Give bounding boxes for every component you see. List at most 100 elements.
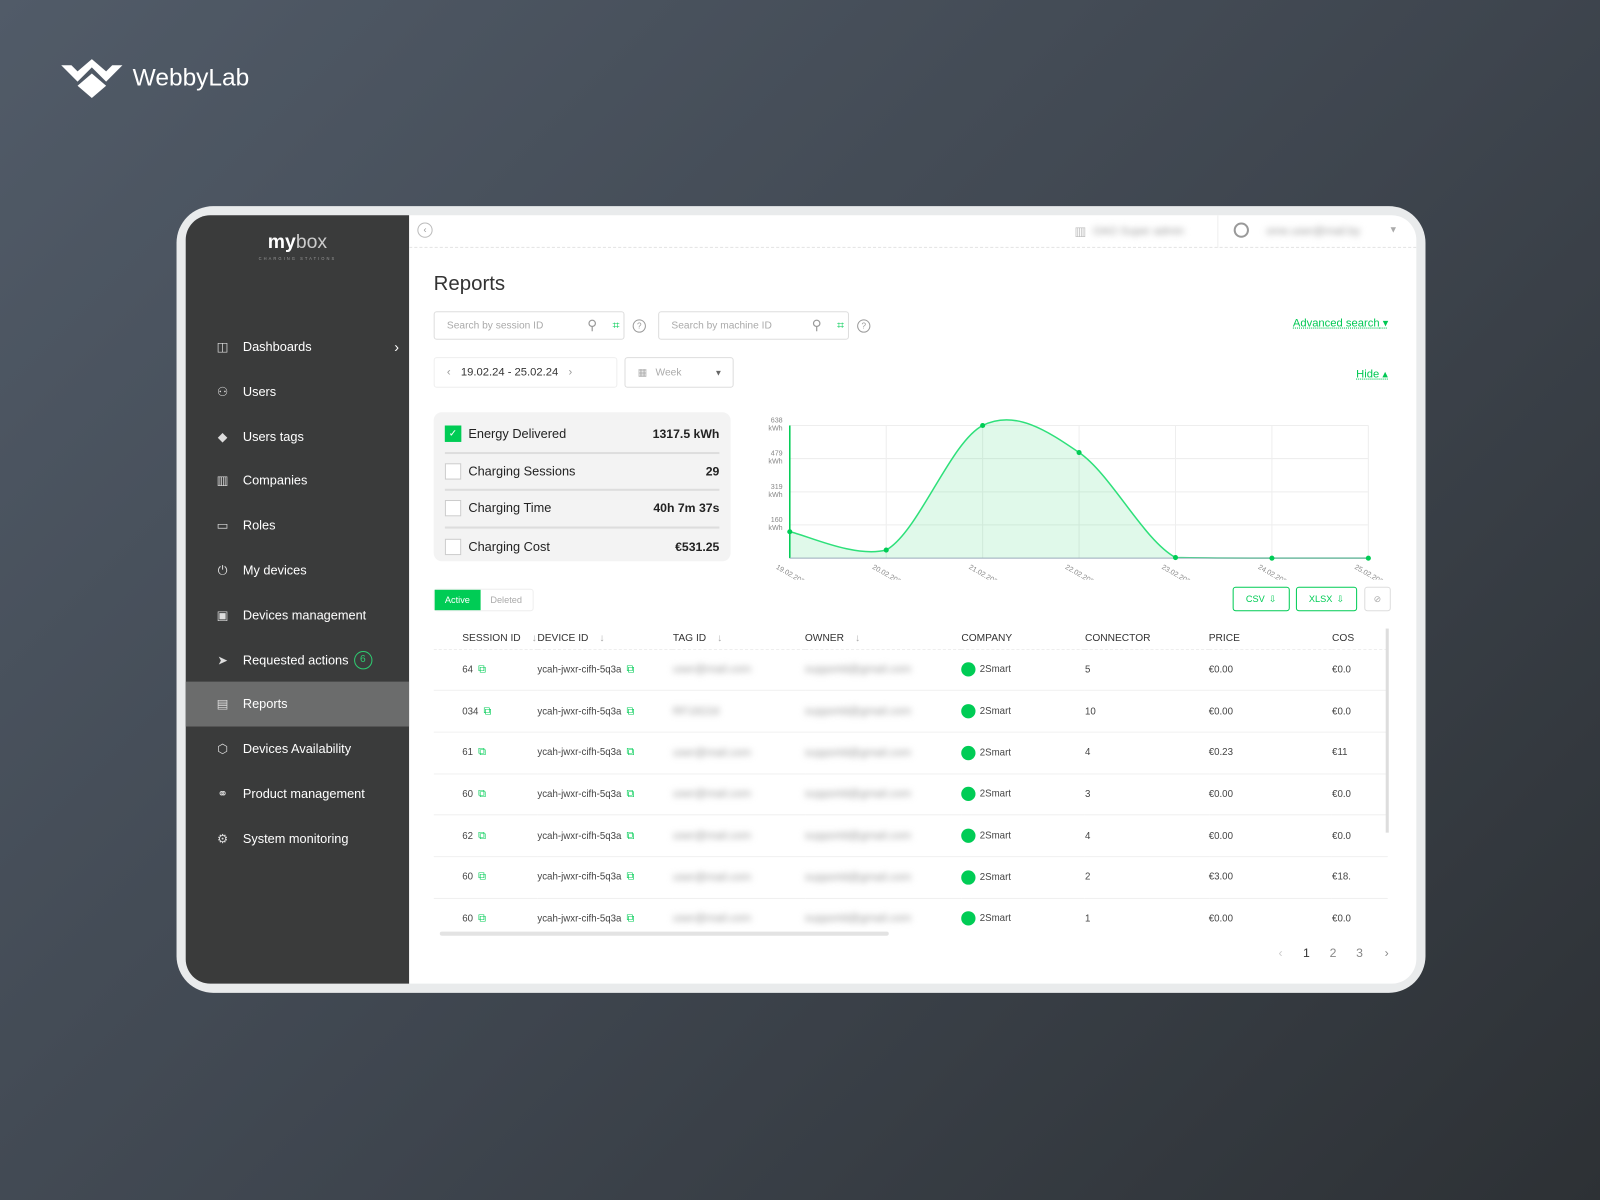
export-csv-button[interactable]: CSV ⇩ bbox=[1232, 586, 1290, 612]
prev-period-button[interactable]: ‹ bbox=[447, 366, 451, 378]
table-row[interactable]: 62 ⧉ ycah-jwxr-cifh-5q3a ⧉ user@mail.com su… bbox=[433, 815, 1388, 858]
sidebar-item-roles[interactable]: ▭ Roles bbox=[186, 503, 409, 548]
stat-row: Charging Cost €531.25 bbox=[444, 528, 719, 565]
next-page-button[interactable]: › bbox=[1385, 946, 1389, 960]
sidebar-item-users-tags[interactable]: ◆ Users tags bbox=[186, 414, 409, 459]
stats-panel: ✓ Energy Delivered 1317.5 kWh Charging Sess… bbox=[433, 412, 731, 562]
stat-checkbox[interactable]: ✓ bbox=[444, 425, 462, 443]
copy-icon[interactable]: ⧉ bbox=[478, 829, 486, 841]
export-xlsx-button[interactable]: XLSX ⇩ bbox=[1295, 586, 1358, 612]
search-icon[interactable]: ⚲ bbox=[587, 317, 597, 333]
sidebar-item-label: Companies bbox=[242, 473, 308, 489]
main-content: ‹ ▥ ОАО Super admin ome.user@mail.by ▼ R… bbox=[409, 215, 1417, 984]
copy-icon[interactable]: ⧉ bbox=[627, 788, 635, 800]
user-name[interactable]: ome.user@mail.by bbox=[1266, 226, 1360, 238]
stat-row: Charging Time 40h 7m 37s bbox=[444, 491, 720, 529]
company-status-dot bbox=[961, 745, 976, 760]
copy-icon[interactable]: ⧉ bbox=[627, 912, 635, 924]
sidebar-item-my-devices[interactable]: ⏻ My devices bbox=[186, 548, 409, 593]
help-icon[interactable]: ? bbox=[632, 319, 646, 333]
energy-chart: 160 kWh 319 kWh 479 kWh 638 kWh 19.02.2024 20.02.… bbox=[768, 416, 1388, 579]
device-folder-icon: ▣ bbox=[216, 607, 229, 623]
x-tick-label: 23.02.2024 bbox=[1160, 563, 1195, 579]
sidebar-item-label: Requested actions bbox=[242, 652, 349, 667]
stat-checkbox[interactable] bbox=[444, 463, 462, 480]
table-row[interactable]: 60 ⧉ ycah-jwxr-cifh-5q3a ⧉ user@mail.com su… bbox=[433, 898, 1388, 930]
company-name[interactable]: ОАО Super admin bbox=[1093, 226, 1184, 238]
sidebar-item-users[interactable]: ⚇ Users bbox=[186, 369, 409, 414]
date-range-picker[interactable]: ‹ 19.02.24 - 25.02.24 › bbox=[433, 357, 618, 388]
column-header[interactable]: CONNECTOR bbox=[1084, 628, 1209, 650]
sidebar-item-label: Reports bbox=[242, 697, 288, 712]
machine-search-input[interactable]: Search by machine ID ⚲ ⌗ bbox=[658, 311, 849, 340]
calendar-icon: ▦ bbox=[637, 366, 648, 379]
search-icon[interactable]: ⚲ bbox=[812, 317, 822, 333]
copy-icon[interactable]: ⧉ bbox=[478, 871, 486, 883]
column-header[interactable]: OWNER ↓ bbox=[804, 628, 962, 650]
x-tick-label: 24.02.2024 bbox=[1257, 563, 1292, 579]
copy-icon[interactable]: ⧉ bbox=[627, 871, 635, 883]
table-row[interactable]: 60 ⧉ ycah-jwxr-cifh-5q3a ⧉ user@mail.com su… bbox=[433, 856, 1388, 899]
tab-active[interactable]: Active bbox=[434, 589, 481, 611]
sidebar-item-label: My devices bbox=[242, 563, 307, 578]
stat-label: Charging Cost bbox=[468, 539, 550, 554]
sidebar-item-label: Product management bbox=[242, 786, 365, 802]
copy-icon[interactable]: ⧉ bbox=[627, 663, 635, 675]
sidebar-item-dashboards[interactable]: ◫ Dashboards › bbox=[186, 324, 409, 369]
column-header[interactable]: SESSION ID ↓ bbox=[433, 628, 538, 650]
copy-icon[interactable]: ⧉ bbox=[478, 788, 486, 800]
stat-checkbox[interactable] bbox=[444, 538, 462, 555]
next-period-button[interactable]: › bbox=[568, 366, 572, 378]
table-row[interactable]: 64 ⧉ ycah-jwxr-cifh-5q3a ⧉ user@mail.com su… bbox=[433, 648, 1388, 691]
vertical-scrollbar[interactable] bbox=[1385, 628, 1389, 833]
table-row[interactable]: 61 ⧉ ycah-jwxr-cifh-5q3a ⧉ user@mail.com su… bbox=[433, 732, 1388, 775]
copy-icon[interactable]: ⧉ bbox=[627, 829, 635, 841]
sidebar-item-product-management[interactable]: ⚭ Product management bbox=[186, 771, 409, 816]
hide-chart-link[interactable]: Hide ▴ bbox=[1356, 367, 1388, 380]
hide-columns-button[interactable]: ⊘ bbox=[1364, 586, 1391, 612]
column-header[interactable]: COS bbox=[1332, 628, 1388, 650]
copy-icon[interactable]: ⧉ bbox=[627, 705, 635, 717]
sidebar: mybox CHARGING STATIONS ◫ Dashboards › ⚇ User… bbox=[185, 215, 410, 984]
stat-checkbox[interactable] bbox=[444, 500, 462, 517]
user-menu-chevron-icon[interactable]: ▼ bbox=[1389, 224, 1398, 234]
sidebar-item-reports[interactable]: ▤ Reports bbox=[185, 682, 410, 727]
prev-page-button[interactable]: ‹ bbox=[1279, 946, 1283, 960]
data-point bbox=[883, 547, 889, 553]
column-header[interactable]: TAG ID ↓ bbox=[672, 628, 805, 650]
data-point bbox=[787, 529, 793, 535]
column-header[interactable]: PRICE bbox=[1208, 628, 1333, 650]
qr-scan-icon[interactable]: ⌗ bbox=[837, 318, 844, 333]
sidebar-item-requested-actions[interactable]: ➤ Requested actions 6 bbox=[186, 637, 409, 682]
copy-icon[interactable]: ⧉ bbox=[484, 705, 492, 717]
collapse-sidebar-button[interactable]: ‹ bbox=[417, 222, 433, 238]
page-1-button[interactable]: 1 bbox=[1303, 946, 1310, 960]
sidebar-item-devices-management[interactable]: ▣ Devices management bbox=[186, 593, 409, 638]
x-tick-label: 19.02.2024 bbox=[775, 563, 810, 579]
copy-icon[interactable]: ⧉ bbox=[478, 746, 486, 758]
qr-scan-icon[interactable]: ⌗ bbox=[612, 318, 619, 333]
help-icon[interactable]: ? bbox=[857, 319, 871, 333]
sidebar-item-devices-availability[interactable]: ⬡ Devices Availability bbox=[186, 727, 409, 772]
column-header[interactable]: COMPANY bbox=[961, 628, 1085, 650]
table-row[interactable]: 034 ⧉ ycah-jwxr-cifh-5q3a ⧉ RF1822d support… bbox=[433, 690, 1388, 733]
period-select[interactable]: ▦ Week ▼ bbox=[624, 357, 734, 388]
user-avatar-icon[interactable] bbox=[1233, 222, 1249, 238]
tag-icon: ◆ bbox=[217, 429, 228, 444]
column-header[interactable]: DEVICE ID ↓ bbox=[537, 628, 673, 650]
copy-icon[interactable]: ⧉ bbox=[478, 663, 486, 675]
sidebar-item-companies[interactable]: ▥ Companies bbox=[186, 459, 409, 504]
brand-name: WebbyLab bbox=[132, 64, 250, 92]
page-3-button[interactable]: 3 bbox=[1356, 946, 1363, 960]
horizontal-scrollbar[interactable] bbox=[439, 931, 889, 936]
table-row[interactable]: 60 ⧉ ycah-jwxr-cifh-5q3a ⧉ user@mail.com su… bbox=[433, 773, 1388, 816]
sidebar-item-label: Dashboards bbox=[242, 339, 312, 355]
top-bar: ‹ ▥ ОАО Super admin ome.user@mail.by ▼ bbox=[409, 215, 1417, 248]
tab-deleted[interactable]: Deleted bbox=[480, 590, 532, 610]
advanced-search-link[interactable]: Advanced search ▾ bbox=[1293, 316, 1388, 329]
session-search-input[interactable]: Search by session ID ⚲ ⌗ bbox=[433, 311, 625, 340]
copy-icon[interactable]: ⧉ bbox=[627, 746, 635, 758]
copy-icon[interactable]: ⧉ bbox=[478, 912, 486, 924]
sidebar-item-system-monitoring[interactable]: ⚙ System monitoring bbox=[186, 816, 409, 861]
page-2-button[interactable]: 2 bbox=[1330, 946, 1337, 960]
